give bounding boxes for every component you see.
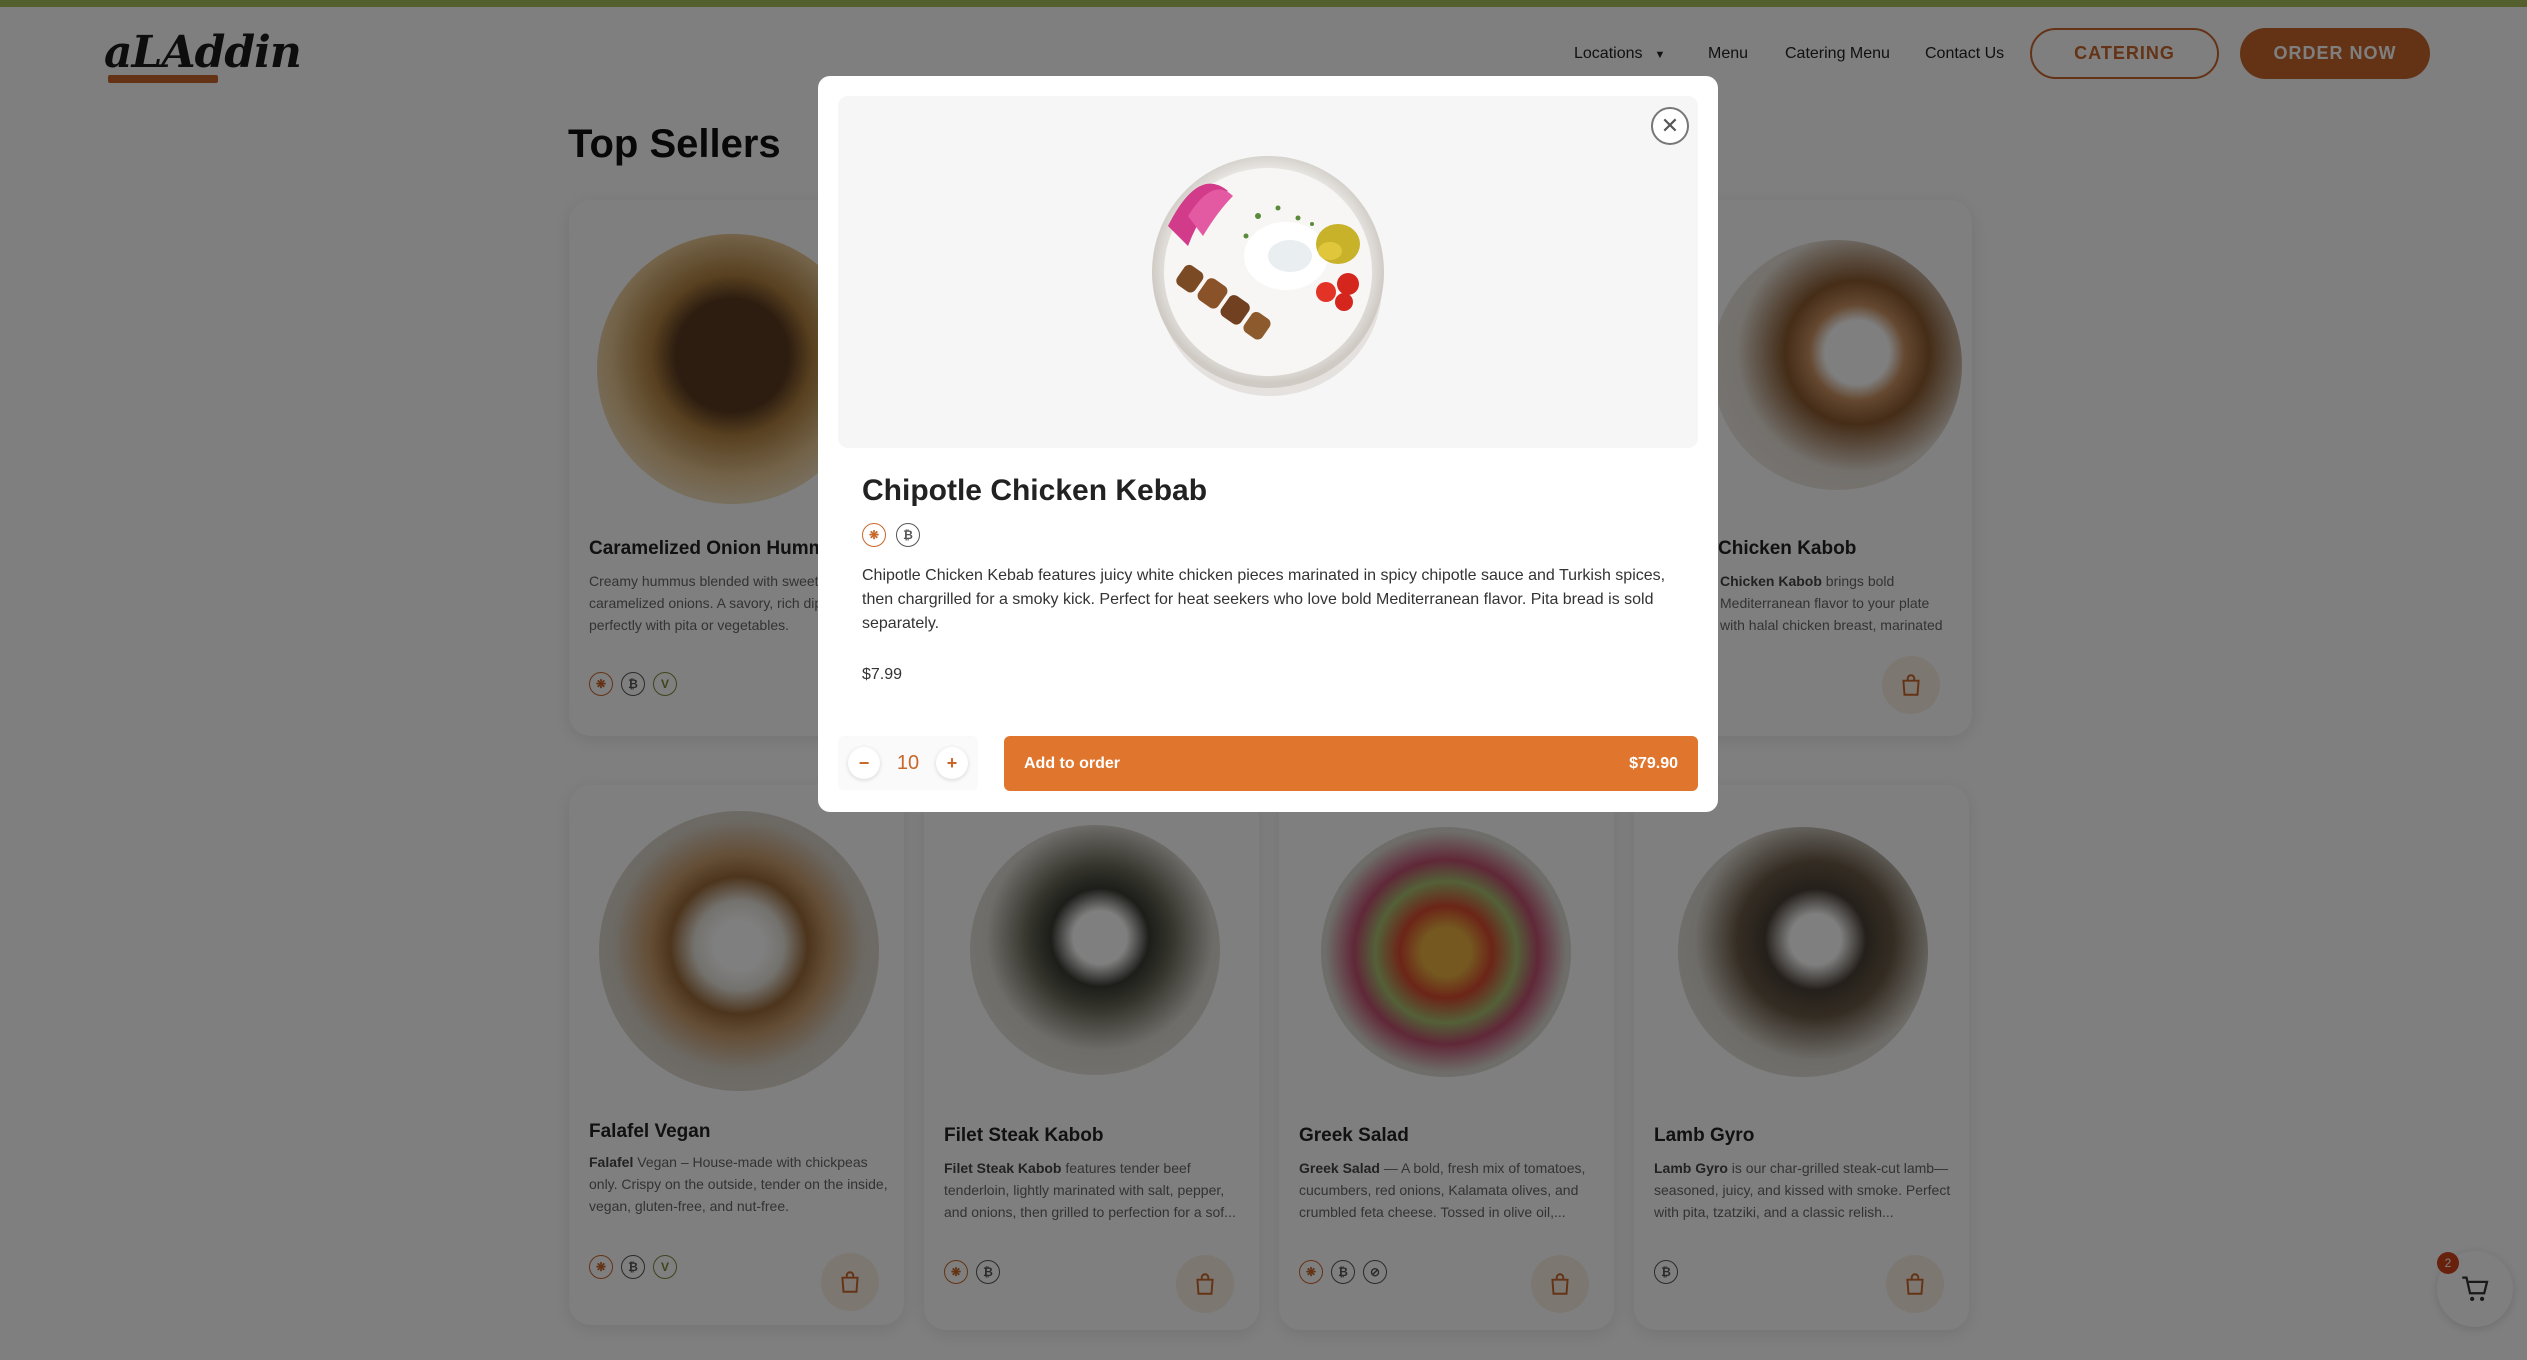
quantity-stepper: − 10 + <box>838 736 978 790</box>
close-icon[interactable]: ✕ <box>1651 107 1689 145</box>
add-to-order-label: Add to order <box>1024 754 1120 772</box>
product-title: Chipotle Chicken Kebab <box>862 474 1208 507</box>
product-price: $7.99 <box>862 666 903 683</box>
product-description: Chipotle Chicken Kebab features juicy wh… <box>862 567 1666 632</box>
increase-quantity-button[interactable]: + <box>936 747 968 779</box>
product-image <box>838 96 1698 448</box>
product-modal: ✕ Chipotle Chicken Kebab ❋ ₿ Chipotle Ch… <box>818 76 1718 812</box>
spicy-icon: ❋ <box>862 523 886 547</box>
gluten-icon: ₿ <box>896 523 920 547</box>
add-to-order-button[interactable]: Add to order $79.90 <box>1004 736 1698 791</box>
decrease-quantity-button[interactable]: − <box>848 747 880 779</box>
order-total: $79.90 <box>1629 754 1678 772</box>
dietary-tags: ❋ ₿ <box>862 523 920 547</box>
quantity-value: 10 <box>896 751 920 774</box>
